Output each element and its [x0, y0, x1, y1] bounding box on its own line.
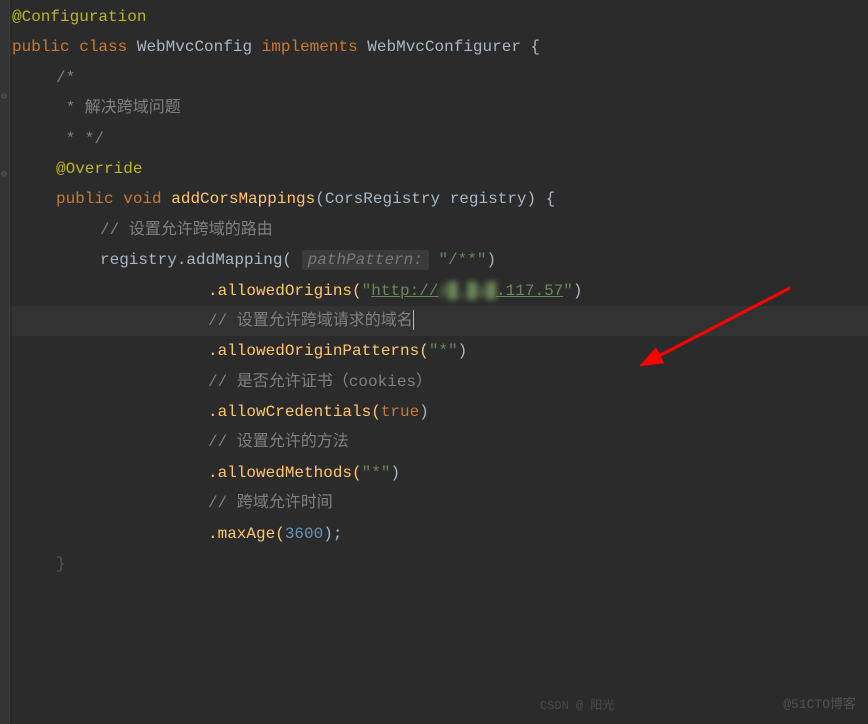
- number-3600: 3600: [285, 525, 323, 543]
- call-allowedorigins: .allowedOrigins(: [208, 282, 362, 300]
- comment-maxage: // 跨域允许时间: [208, 494, 333, 512]
- watermark-left: CSDN @ 阳光: [540, 695, 614, 718]
- keyword-public: public: [56, 190, 114, 208]
- class-name: WebMvcConfig: [137, 38, 252, 56]
- code-line: .maxAge(3600);: [12, 519, 868, 549]
- string-url-tail: .117.57: [496, 282, 563, 300]
- code-line: .allowedOrigins("http://4█.█a█.117.57"): [12, 276, 868, 306]
- comment-block-end: * */: [56, 130, 104, 148]
- keyword-implements: implements: [262, 38, 358, 56]
- string-url-blurred: 4█.█a█: [438, 282, 496, 300]
- call-maxage: .maxAge(: [208, 525, 285, 543]
- code-line: * 解决跨域问题: [12, 93, 868, 123]
- call-allowedoriginpatterns: .allowedOriginPatterns(: [208, 342, 429, 360]
- code-line: .allowCredentials(true): [12, 397, 868, 427]
- comment-cookies: // 是否允许证书（cookies）: [208, 373, 432, 391]
- code-line: /*: [12, 63, 868, 93]
- code-line: .allowedOriginPatterns("*"): [12, 336, 868, 366]
- comment-route: // 设置允许跨域的路由: [100, 221, 273, 239]
- comment-domain: // 设置允许跨域请求的域名: [208, 312, 413, 330]
- code-line: registry.addMapping( pathPattern: "/**"): [12, 245, 868, 275]
- annotation-config: @Configuration: [12, 8, 146, 26]
- text-cursor: [413, 310, 414, 330]
- code-line: // 设置允许的方法: [12, 427, 868, 457]
- code-line: }: [12, 549, 868, 579]
- annotation-override: @Override: [56, 160, 142, 178]
- code-line: @Configuration: [12, 2, 868, 32]
- code-line-active: // 设置允许跨域请求的域名: [12, 306, 868, 336]
- keyword-void: void: [123, 190, 161, 208]
- bool-true: true: [381, 403, 419, 421]
- string-url-protocol: http://: [371, 282, 438, 300]
- code-line: public class WebMvcConfig implements Web…: [12, 32, 868, 62]
- code-line: * */: [12, 124, 868, 154]
- code-line: // 跨域允许时间: [12, 488, 868, 518]
- interface-name: WebMvcConfigurer: [367, 38, 521, 56]
- brace-open: {: [531, 38, 541, 56]
- string-pathpattern: "/**": [438, 251, 486, 269]
- code-line: // 设置允许跨域的路由: [12, 215, 868, 245]
- brace-close: }: [56, 555, 66, 573]
- comment-block-line: * 解决跨域问题: [56, 99, 181, 117]
- code-line: .allowedMethods("*"): [12, 458, 868, 488]
- comment-methods: // 设置允许的方法: [208, 433, 349, 451]
- call-addmapping: registry.addMapping(: [100, 251, 292, 269]
- keyword-class: class: [79, 38, 127, 56]
- string-star: "*": [362, 464, 391, 482]
- call-allowedmethods: .allowedMethods(: [208, 464, 362, 482]
- method-name: addCorsMappings: [171, 190, 315, 208]
- param-name: registry: [450, 190, 527, 208]
- code-line: public void addCorsMappings(CorsRegistry…: [12, 184, 868, 214]
- string-star: "*": [429, 342, 458, 360]
- param-hint: pathPattern:: [302, 250, 429, 270]
- param-type: CorsRegistry: [325, 190, 440, 208]
- code-line: @Override: [12, 154, 868, 184]
- code-editor[interactable]: @Configuration public class WebMvcConfig…: [0, 0, 868, 579]
- watermark-right: @51CTO博客: [783, 693, 856, 718]
- code-line: // 是否允许证书（cookies）: [12, 367, 868, 397]
- call-allowcredentials: .allowCredentials(: [208, 403, 381, 421]
- keyword-public: public: [12, 38, 70, 56]
- brace-open: {: [546, 190, 556, 208]
- comment-block-start: /*: [56, 69, 75, 87]
